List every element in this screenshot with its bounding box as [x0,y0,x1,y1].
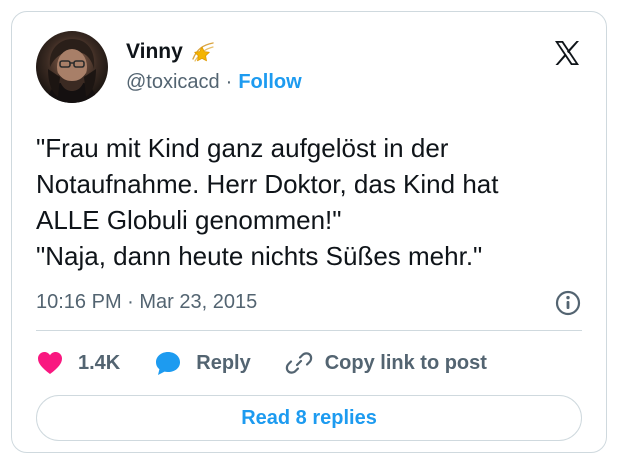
x-logo-icon[interactable] [552,38,582,68]
info-icon[interactable] [554,289,582,317]
tweet-text-line: "Naja, dann heute nichts Süßes mehr." [36,241,483,271]
like-count: 1.4K [78,351,121,374]
like-button[interactable]: 1.4K [36,350,120,376]
reply-button[interactable]: Reply [154,349,251,377]
author-handle[interactable]: @toxicacd [126,71,220,94]
action-bar: 1.4K Reply Copy link to post [36,338,487,388]
tweet-text-line: Notaufnahme. Herr Doktor, das Kind hat [36,169,499,199]
divider [36,330,582,331]
tweet-text: "Frau mit Kind ganz aufgelöst in der Not… [36,130,584,274]
copy-link-label: Copy link to post [324,351,487,374]
author-handle-row: @toxicacd · Follow [126,71,302,94]
link-icon [285,352,312,374]
tweet-text-line: ALLE Globuli genommen!" [36,205,342,235]
follow-button[interactable]: Follow [238,71,301,94]
tweet-text-line: "Frau mit Kind ganz aufgelöst in der [36,133,449,163]
read-replies-button[interactable]: Read 8 replies [36,395,582,441]
avatar[interactable] [36,31,108,103]
shooting-star-icon [192,42,214,62]
tweet-card: Vinny @toxicacd · Follow "Frau mit Kind … [11,11,607,453]
heart-icon [38,352,62,374]
tweet-timestamp[interactable]: 10:16 PM · Mar 23, 2015 [36,291,257,314]
copy-link-button[interactable]: Copy link to post [285,349,487,377]
separator-dot: · [225,71,233,93]
reply-bubble-icon [156,352,181,375]
reply-label: Reply [196,351,251,374]
author-name[interactable]: Vinny [126,40,183,64]
author-name-row: Vinny [126,39,215,65]
